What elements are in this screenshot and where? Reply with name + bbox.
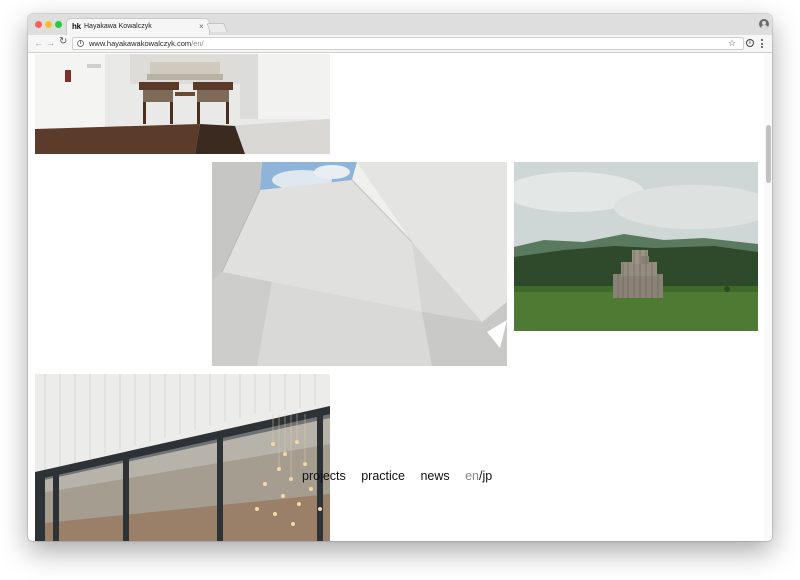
kebab-menu-icon[interactable] [761, 39, 763, 48]
scrollbar-thumb[interactable] [766, 125, 771, 183]
site-info-icon[interactable]: i [77, 40, 84, 47]
project-photo-wooden-pavilion[interactable] [514, 162, 758, 331]
url-host: www.hayakawakowalczyk.com [89, 39, 192, 48]
project-photo-white-skylight[interactable] [212, 162, 507, 366]
site-navigation: projects practice news en/jp [302, 467, 492, 483]
close-window-button[interactable] [35, 21, 42, 28]
tab-strip: hk Hayakawa Kowalczyk × [28, 14, 772, 35]
forward-arrow-icon[interactable]: → [46, 38, 55, 48]
project-photo-glass-facade[interactable] [35, 374, 330, 541]
zoom-window-button[interactable] [55, 21, 62, 28]
language-en-link[interactable]: en [465, 469, 479, 483]
url-path: /en/ [191, 39, 204, 48]
nav-practice-link[interactable]: practice [361, 469, 405, 483]
language-jp-link[interactable]: jp [483, 469, 493, 483]
url-text[interactable]: www.hayakawakowalczyk.com/en/ [89, 39, 204, 48]
close-tab-icon[interactable]: × [199, 22, 204, 31]
project-photo-interior-lounge[interactable] [35, 54, 330, 154]
minimize-window-button[interactable] [45, 21, 52, 28]
reload-icon[interactable]: ↻ [59, 37, 67, 47]
star-icon[interactable]: ☆ [728, 38, 736, 49]
nav-news-link[interactable]: news [420, 469, 449, 483]
favicon-logo-icon: hk [72, 22, 81, 31]
nav-projects-link[interactable]: projects [302, 469, 346, 483]
back-arrow-icon[interactable]: ← [34, 38, 43, 48]
browser-tab[interactable]: hk Hayakawa Kowalczyk × [66, 18, 210, 35]
profile-icon[interactable] [759, 19, 769, 29]
browser-toolbar: ← → ↻ i www.hayakawakowalczyk.com/en/ ☆ … [28, 35, 772, 53]
extension-icon[interactable]: i [746, 39, 754, 47]
browser-window: hk Hayakawa Kowalczyk × ← → ↻ i www.haya… [28, 14, 772, 541]
new-tab-button[interactable] [206, 23, 228, 32]
tab-title: Hayakawa Kowalczyk [84, 23, 152, 30]
address-bar[interactable]: i www.hayakawakowalczyk.com/en/ ☆ [72, 37, 744, 50]
